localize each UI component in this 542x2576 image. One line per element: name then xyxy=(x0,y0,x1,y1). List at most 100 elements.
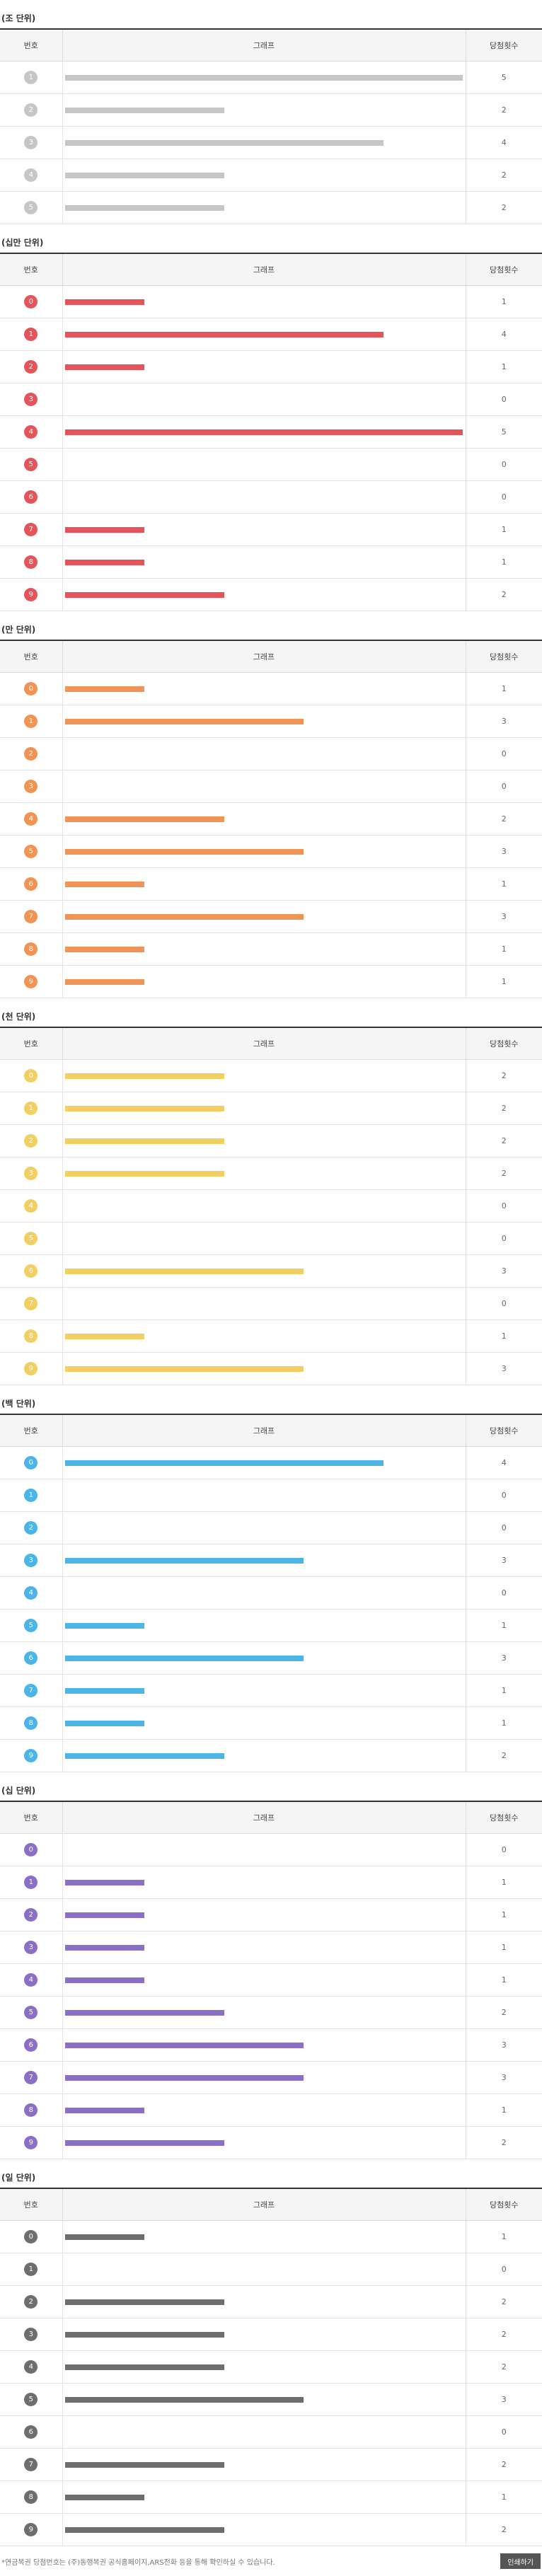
count-cell: 2 xyxy=(466,1996,542,2029)
number-cell: 6 xyxy=(0,480,63,514)
table-row: 13 xyxy=(0,705,542,738)
frequency-bar xyxy=(64,332,384,337)
table-row: 31 xyxy=(0,1931,542,1964)
graph-cell xyxy=(62,383,466,416)
frequency-bar xyxy=(64,849,304,855)
frequency-bar xyxy=(64,2397,304,2403)
number-cell: 7 xyxy=(0,513,63,546)
table-row: 81 xyxy=(0,2093,542,2127)
count-cell: 2 xyxy=(466,1157,542,1190)
number-ball: 2 xyxy=(24,1521,38,1535)
number-ball: 9 xyxy=(24,588,38,601)
frequency-bar xyxy=(64,140,384,146)
number-cell: 9 xyxy=(0,2126,63,2159)
frequency-bar xyxy=(64,816,224,822)
number-ball: 1 xyxy=(24,2263,38,2276)
graph-cell xyxy=(62,545,466,579)
number-cell: 7 xyxy=(0,1674,63,1707)
number-cell: 5 xyxy=(0,1996,63,2029)
frequency-bar xyxy=(64,2527,224,2533)
number-cell: 4 xyxy=(0,2350,63,2384)
graph-cell xyxy=(62,1287,466,1320)
count-cell: 0 xyxy=(466,2415,542,2449)
number-cell: 0 xyxy=(0,672,63,705)
count-header: 당첨횟수 xyxy=(466,1802,542,1834)
table-row: 50 xyxy=(0,448,542,481)
print-button[interactable]: 인쇄하기 xyxy=(500,2553,541,2569)
section-title: (천 단위) xyxy=(0,998,542,1028)
frequency-bar xyxy=(64,1623,144,1629)
table-row: 02 xyxy=(0,1059,542,1092)
table-row: 72 xyxy=(0,2448,542,2481)
number-ball: 2 xyxy=(24,1134,38,1148)
number-ball: 6 xyxy=(24,877,38,891)
table-row: 10 xyxy=(0,1479,542,1512)
number-cell: 4 xyxy=(0,1963,63,1997)
number-ball: 3 xyxy=(24,136,38,149)
number-ball: 5 xyxy=(24,201,38,214)
number-header: 번호 xyxy=(0,641,63,673)
number-ball: 6 xyxy=(24,490,38,504)
number-ball: 3 xyxy=(24,780,38,793)
number-ball: 5 xyxy=(24,1619,38,1632)
number-ball: 4 xyxy=(24,1199,38,1213)
count-cell: 0 xyxy=(466,1576,542,1610)
number-ball: 3 xyxy=(24,1554,38,1567)
frequency-bar xyxy=(64,2108,144,2113)
table-row: 42 xyxy=(0,802,542,836)
graph-cell xyxy=(62,1963,466,1997)
frequency-bar xyxy=(64,205,224,211)
footer: *연금복권 당첨번호는 (주)동행복권 공식홈페이지,ARS전화 등을 통해 확… xyxy=(0,2546,542,2576)
number-cell: 6 xyxy=(0,867,63,901)
graph-cell xyxy=(62,1319,466,1353)
graph-cell xyxy=(62,1674,466,1707)
table-row: 52 xyxy=(0,1996,542,2029)
table-row: 81 xyxy=(0,932,542,966)
count-cell: 4 xyxy=(466,1446,542,1479)
count-cell: 3 xyxy=(466,1544,542,1577)
graph-cell xyxy=(62,350,466,383)
table-row: 73 xyxy=(0,2061,542,2094)
table-row: 01 xyxy=(0,2220,542,2253)
frequency-bar xyxy=(64,719,304,724)
graph-cell xyxy=(62,1544,466,1577)
graph-cell xyxy=(62,2126,466,2159)
number-ball: 8 xyxy=(24,2103,38,2117)
number-ball: 7 xyxy=(24,2071,38,2084)
distribution-table: 번호 그래프 당첨횟수 0 2 1 2 2 2 3 2 4 0 5 0 6 3 7 0 8 1 9 3 xyxy=(0,1028,542,1385)
number-cell: 4 xyxy=(0,1576,63,1610)
number-ball: 3 xyxy=(24,1167,38,1180)
table-row: 20 xyxy=(0,1511,542,1544)
count-cell: 0 xyxy=(466,2253,542,2286)
table-row: 30 xyxy=(0,383,542,416)
count-cell: 3 xyxy=(466,1254,542,1288)
distribution-table: 번호 그래프 당첨횟수 0 4 1 0 2 0 3 3 4 0 5 1 6 3 7 1 8 1 9 2 xyxy=(0,1415,542,1772)
number-cell: 8 xyxy=(0,1319,63,1353)
graph-cell xyxy=(62,415,466,449)
graph-cell xyxy=(62,1352,466,1385)
count-cell: 0 xyxy=(466,383,542,416)
number-cell: 1 xyxy=(0,705,63,738)
count-cell: 2 xyxy=(466,802,542,836)
count-cell: 1 xyxy=(466,2480,542,2514)
frequency-bar xyxy=(64,1688,144,1694)
number-ball: 5 xyxy=(24,845,38,858)
count-cell: 1 xyxy=(466,513,542,546)
graph-cell xyxy=(62,1898,466,1931)
count-cell: 0 xyxy=(466,1479,542,1512)
number-ball: 9 xyxy=(24,1749,38,1762)
number-cell: 2 xyxy=(0,1898,63,1931)
frequency-bar xyxy=(64,2043,304,2048)
number-cell: 1 xyxy=(0,61,63,94)
section-5: (십 단위) 번호 그래프 당첨횟수 0 0 1 1 2 1 3 1 4 1 5 2 6 3 7 3 8 1 9 2 xyxy=(0,1772,542,2159)
count-cell: 1 xyxy=(466,1963,542,1997)
count-cell: 1 xyxy=(466,350,542,383)
count-cell: 1 xyxy=(466,932,542,966)
count-cell: 0 xyxy=(466,480,542,514)
count-cell: 1 xyxy=(466,2093,542,2127)
number-ball: 7 xyxy=(24,1297,38,1310)
distribution-table: 번호 그래프 당첨횟수 1 5 2 2 3 4 4 2 5 2 xyxy=(0,30,542,224)
graph-cell xyxy=(62,578,466,611)
number-ball: 9 xyxy=(24,975,38,988)
frequency-bar xyxy=(64,2332,224,2338)
